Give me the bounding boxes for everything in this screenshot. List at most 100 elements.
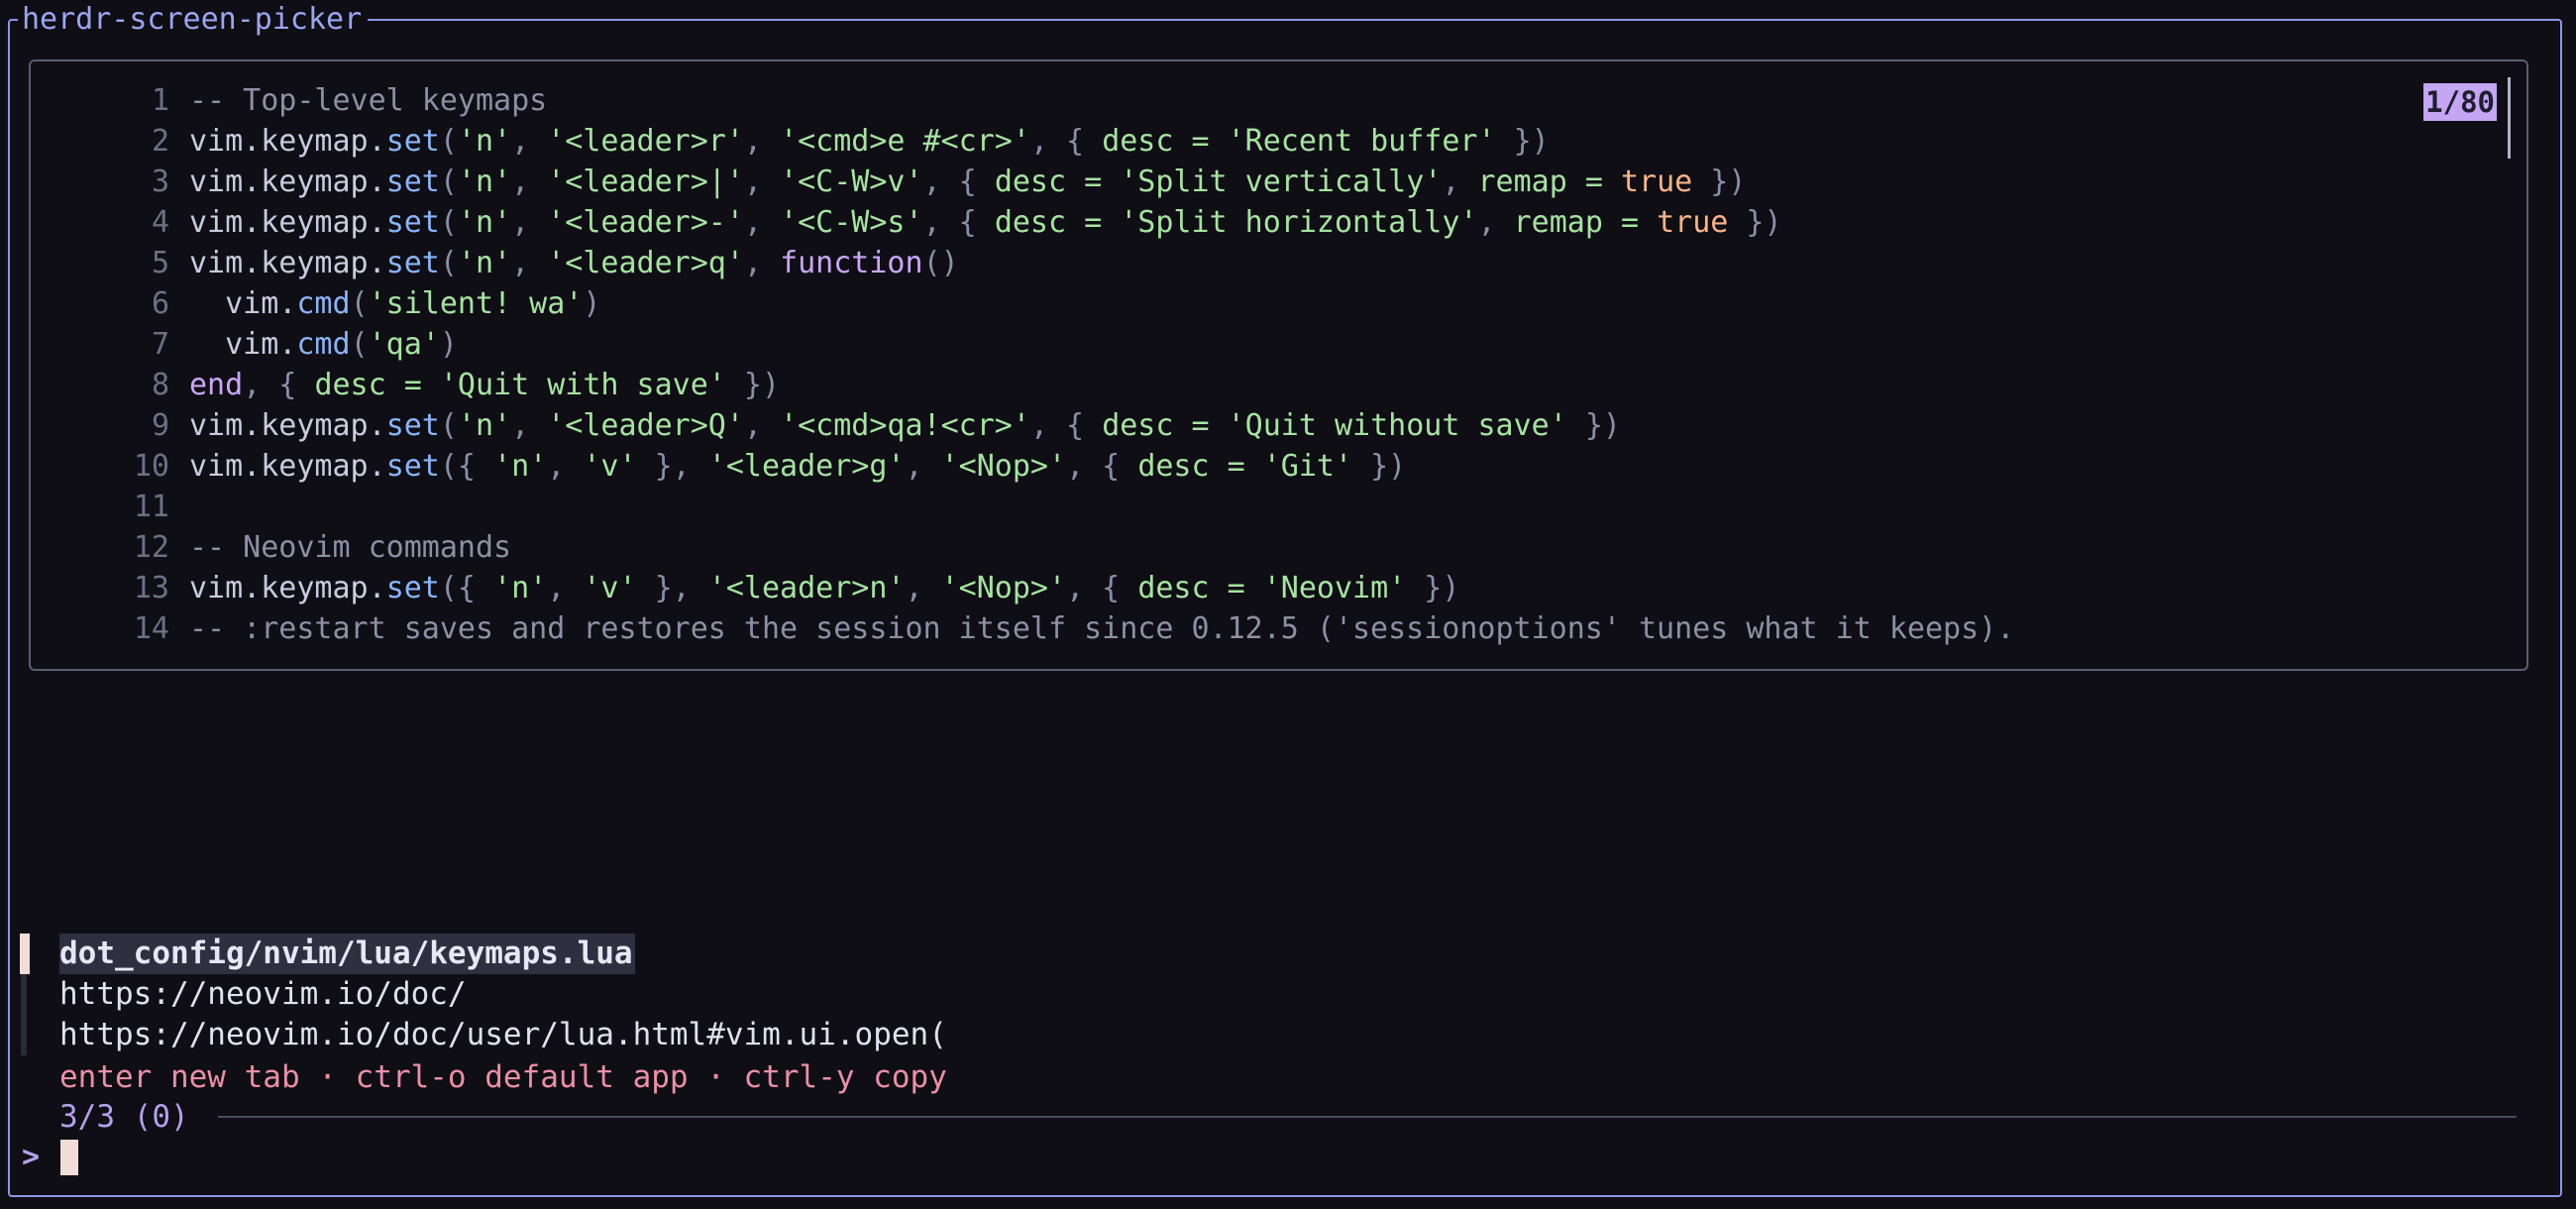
code-token: ( [439, 205, 458, 240]
code-token: '<leader>r' [547, 124, 744, 159]
code-token: '<C-W>v' [780, 165, 923, 199]
code-token: desc = 'Split horizontally' [994, 205, 1478, 240]
code-token: , [1442, 165, 1478, 199]
code-token: , [743, 165, 781, 199]
counter-divider [218, 1116, 2517, 1118]
code-token: }, [636, 449, 708, 484]
result-marker [21, 974, 27, 1015]
code-text: vim.keymap.set('n', '<leader>q', functio… [189, 243, 959, 283]
search-input[interactable] [57, 1137, 652, 1177]
code-token: set [385, 246, 440, 280]
preview-scrollbar[interactable] [2508, 77, 2511, 159]
code-token: remap = [1477, 165, 1621, 199]
code-token: '<leader>n' [707, 571, 906, 605]
code-token: 'v' [583, 449, 637, 484]
code-token: cmd [296, 327, 351, 362]
code-token: -- :restart saves and restores the sessi… [189, 611, 2015, 646]
code-token: -- Neovim commands [189, 530, 512, 565]
preview-pane: 1/80 1 -- Top-level keymaps 2 vim.keymap.se… [29, 59, 2528, 671]
code-token: '<C-W>s' [780, 205, 923, 240]
line-number: 14 [133, 611, 169, 646]
code-token: vim. [189, 327, 297, 362]
code-token: , { [243, 368, 315, 402]
line-number: 8 [151, 368, 169, 402]
code-token: ({ [439, 449, 494, 484]
line-number: 9 [151, 408, 169, 443]
code-text: -- :restart saves and restores the sessi… [189, 608, 2014, 649]
code-token: vim. [189, 286, 297, 321]
code-token: cmd [296, 286, 351, 321]
code-text: -- Neovim commands [189, 527, 511, 568]
code-token: desc = 'Split vertically' [994, 165, 1443, 199]
code-token: , [511, 408, 548, 443]
code-token: 'n' [493, 571, 548, 605]
code-token: set [385, 408, 440, 443]
line-number: 11 [133, 490, 169, 524]
line-number: 3 [151, 165, 169, 199]
code-token: vim.keymap. [189, 449, 386, 484]
code-token: vim.keymap. [189, 165, 386, 199]
code-token: , { [922, 205, 995, 240]
code-token: }, [636, 571, 708, 605]
code-token: ( [439, 246, 458, 280]
code-token: desc = 'Neovim' [1137, 571, 1407, 605]
line-number: 12 [133, 530, 169, 565]
code-token: , [743, 124, 781, 159]
code-token: 'v' [583, 571, 637, 605]
code-token: '<cmd>e #<cr>' [780, 124, 1030, 159]
code-token: , [1477, 205, 1514, 240]
code-token: vim.keymap. [189, 571, 386, 605]
code-token: , [547, 571, 584, 605]
code-token: 'qa' [368, 327, 440, 362]
code-token: 'n' [457, 246, 512, 280]
code-token: '<cmd>qa!<cr>' [780, 408, 1030, 443]
line-number: 1 [151, 83, 169, 118]
code-token: 'n' [457, 124, 512, 159]
line-number: 5 [151, 246, 169, 280]
line-number: 10 [133, 449, 169, 484]
code-token: , { [922, 165, 995, 199]
code-token: end [189, 368, 244, 402]
code-token: ) [439, 327, 458, 362]
code-token: , [743, 205, 781, 240]
code-text: vim.keymap.set('n', '<leader>-', '<C-W>s… [189, 202, 1782, 243]
code-token: '<leader>|' [547, 165, 744, 199]
result-marker [20, 934, 30, 974]
code-token: , [905, 571, 941, 605]
code-token: -- Top-level keymaps [189, 83, 548, 118]
line-number: 7 [151, 327, 169, 362]
text-cursor [60, 1140, 78, 1175]
code-token: 'n' [457, 205, 512, 240]
code-token: set [385, 124, 440, 159]
code-text: vim.keymap.set({ 'n', 'v' }, '<leader>g'… [189, 446, 1406, 487]
code-text: vim.keymap.set('n', '<leader>|', '<C-W>v… [189, 162, 1746, 202]
code-token: }) [1495, 124, 1550, 159]
result-label: https://neovim.io/doc/ [59, 976, 467, 1012]
code-token: ( [439, 124, 458, 159]
code-token: vim.keymap. [189, 205, 386, 240]
code-token: , [511, 124, 548, 159]
code-token: , [547, 449, 584, 484]
code-text: vim.keymap.set('n', '<leader>r', '<cmd>e… [189, 121, 1550, 162]
code-token: desc = 'Quit without save' [1102, 408, 1567, 443]
prompt-symbol: > [22, 1140, 41, 1174]
code-token: set [385, 571, 440, 605]
code-token: ( [439, 165, 458, 199]
code-token: () [922, 246, 959, 280]
line-number: 13 [133, 571, 169, 605]
line-number: 6 [151, 286, 169, 321]
line-number: 2 [151, 124, 169, 159]
code-token: vim.keymap. [189, 124, 386, 159]
code-token: }) [1566, 408, 1621, 443]
code-token: 'n' [457, 408, 512, 443]
code-token: }) [1728, 205, 1782, 240]
code-token: , [511, 246, 548, 280]
code-token: desc = 'Git' [1137, 449, 1353, 484]
code-token: }) [1406, 571, 1460, 605]
code-token: '<Nop>' [940, 449, 1067, 484]
code-token: desc = 'Quit with save' [314, 368, 726, 402]
code-text: vim.keymap.set('n', '<leader>Q', '<cmd>q… [189, 405, 1621, 446]
code-text: end, { desc = 'Quit with save' }) [189, 365, 780, 405]
code-token: '<Nop>' [940, 571, 1067, 605]
code-token: ( [350, 327, 369, 362]
